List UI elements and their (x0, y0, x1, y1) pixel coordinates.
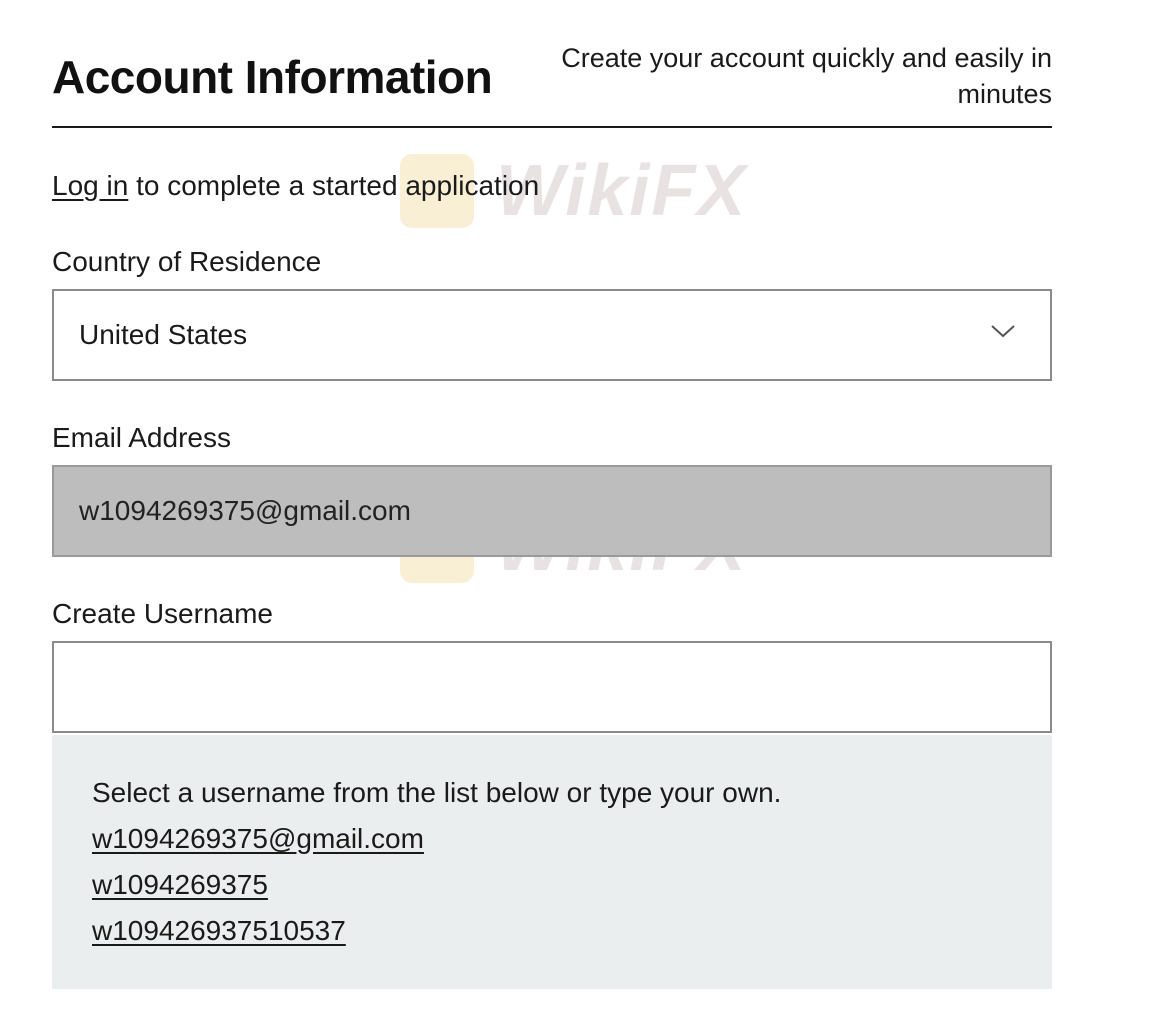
chevron-down-icon (991, 325, 1015, 338)
page-subtitle: Create your account quickly and easily i… (561, 43, 1052, 109)
email-label: Email Address (52, 422, 231, 453)
page-header: Account Information Create your account … (52, 38, 1052, 128)
account-information-page: WikiFX WikiFX WikiFX Account Information… (0, 0, 1160, 1018)
username-suggestion[interactable]: w109426937510537 (92, 915, 346, 947)
country-select[interactable]: United States (52, 289, 1052, 381)
login-prompt: Log in to complete a started application (52, 170, 539, 202)
country-label: Country of Residence (52, 246, 322, 277)
username-suggestion[interactable]: w1094269375 (92, 869, 268, 901)
username-suggestions-panel: Select a username from the list below or… (52, 735, 1052, 989)
username-suggestions-hint: Select a username from the list below or… (92, 777, 782, 808)
page-title: Account Information (52, 51, 493, 103)
email-value: w1094269375@gmail.com (79, 495, 411, 526)
username-input[interactable] (52, 641, 1052, 733)
login-prompt-text: to complete a started application (128, 170, 540, 201)
username-suggestion[interactable]: w1094269375@gmail.com (92, 823, 424, 855)
login-link[interactable]: Log in (52, 170, 128, 201)
country-selected-value: United States (79, 319, 248, 350)
email-field: w1094269375@gmail.com (52, 465, 1052, 557)
username-label: Create Username (52, 598, 273, 629)
